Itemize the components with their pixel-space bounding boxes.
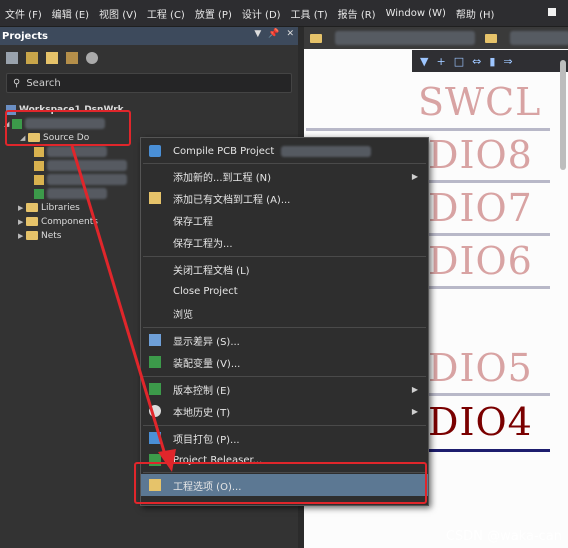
search-icon: ⚲	[13, 77, 21, 89]
panel-title: Projects	[2, 30, 49, 42]
folder-icon	[26, 217, 38, 226]
menu-separator	[143, 425, 426, 426]
menu-help[interactable]: 帮助 (H)	[451, 0, 500, 26]
submenu-arrow-icon: ▶	[411, 171, 418, 181]
tree-doc-4[interactable]	[34, 187, 107, 200]
window-restore-icon[interactable]	[548, 8, 556, 16]
net-label: DIO6	[428, 239, 533, 283]
menu-close-project[interactable]: Close Project	[141, 280, 428, 302]
menu-tools[interactable]: 工具 (T)	[286, 0, 333, 26]
move-icon[interactable]: ⇔	[472, 55, 481, 68]
document-icon	[34, 160, 44, 171]
tab-redacted[interactable]	[335, 31, 475, 45]
history-icon	[149, 405, 161, 417]
tree-nets[interactable]: ▶ Nets	[18, 229, 62, 242]
tree-item-label: Components	[41, 216, 98, 227]
net-label: DIO5	[428, 346, 533, 390]
folder-icon	[26, 203, 38, 212]
menu-separator	[143, 327, 426, 328]
compile-icon	[149, 145, 161, 157]
document-icon	[34, 146, 44, 157]
tree-libraries[interactable]: ▶ Libraries	[18, 201, 80, 214]
menu-explore[interactable]: 浏览	[141, 302, 428, 324]
folder-icon	[26, 231, 38, 240]
tree-item-label: Nets	[41, 230, 62, 241]
menu-add-new-to-project[interactable]: 添加新的...到工程 (N) ▶	[141, 165, 428, 187]
menu-view[interactable]: 视图 (V)	[94, 0, 142, 26]
menu-reports[interactable]: 报告 (R)	[333, 0, 381, 26]
tree-doc-2[interactable]	[34, 159, 127, 172]
folder-open-icon[interactable]	[46, 52, 58, 64]
document-icon	[34, 174, 44, 185]
menu-show-differences[interactable]: 显示差异 (S)...	[141, 329, 428, 351]
tree-item-label: Libraries	[41, 202, 80, 213]
submenu-arrow-icon: ▶	[411, 406, 418, 416]
workspace-icon[interactable]	[26, 52, 38, 64]
folder-settings-icon[interactable]	[66, 52, 78, 64]
annotation-box-project	[5, 110, 131, 146]
menu-file[interactable]: 文件 (F)	[0, 0, 47, 26]
menu-design[interactable]: 设计 (D)	[237, 0, 286, 26]
net-label: DIO4	[428, 400, 533, 444]
tab-icon	[310, 33, 322, 43]
menu-compile-pcb-project[interactable]: Compile PCB Project	[141, 140, 428, 162]
net-label: DIO8	[428, 133, 533, 177]
pin-icon[interactable]: 📌	[268, 29, 279, 39]
add-existing-icon	[149, 192, 161, 204]
save-icon[interactable]	[6, 52, 18, 64]
menu-save-project-as[interactable]: 保存工程为...	[141, 231, 428, 253]
menu-version-control[interactable]: 版本控制 (E) ▶	[141, 378, 428, 400]
menu-variants[interactable]: 装配变量 (V)...	[141, 351, 428, 373]
submenu-arrow-icon: ▶	[411, 384, 418, 394]
search-input[interactable]: Search	[26, 78, 60, 89]
tree-components[interactable]: ▶ Components	[18, 215, 98, 228]
tree-doc-3[interactable]	[34, 173, 127, 186]
panel-header: Projects ▼ 📌 ✕	[0, 27, 298, 45]
filter-icon[interactable]: ▼	[420, 55, 428, 68]
menu-bar: 文件 (F) 编辑 (E) 视图 (V) 工程 (C) 放置 (P) 设计 (D…	[0, 0, 568, 27]
menu-close-project-documents[interactable]: 关闭工程文档 (L)	[141, 258, 428, 280]
diff-icon	[149, 334, 161, 346]
menu-separator	[143, 163, 426, 164]
menu-add-existing-to-project[interactable]: 添加已有文档到工程 (A)...	[141, 187, 428, 209]
wire-icon[interactable]: ⇒	[503, 55, 512, 68]
vertical-scrollbar[interactable]	[560, 60, 566, 170]
menu-save-project[interactable]: 保存工程	[141, 209, 428, 231]
tree-doc-1[interactable]	[34, 145, 107, 158]
menu-project-packager[interactable]: 项目打包 (P)...	[141, 427, 428, 449]
version-control-icon	[149, 383, 161, 395]
menu-project[interactable]: 工程 (C)	[142, 0, 190, 26]
select-rect-icon[interactable]: □	[454, 55, 464, 68]
variant-icon	[149, 356, 161, 368]
search-box[interactable]: ⚲ Search	[6, 73, 292, 93]
tab-redacted[interactable]	[510, 31, 568, 45]
tab-icon	[485, 33, 497, 43]
menu-edit[interactable]: 编辑 (E)	[47, 0, 94, 26]
wire-line	[306, 128, 550, 131]
crosshair-icon[interactable]: +	[436, 55, 445, 68]
menu-separator	[143, 256, 426, 257]
menu-place[interactable]: 放置 (P)	[190, 0, 237, 26]
net-label: SWCL	[418, 80, 542, 124]
watermark: CSDN @waka-can	[445, 529, 562, 544]
menu-window[interactable]: Window (W)	[381, 0, 451, 26]
net-label: DIO7	[428, 186, 533, 230]
panel-toolbar	[0, 45, 298, 71]
menu-separator	[143, 376, 426, 377]
document-tabs	[304, 27, 568, 49]
package-icon	[149, 432, 161, 444]
close-icon[interactable]: ✕	[286, 29, 294, 39]
context-menu: Compile PCB Project 添加新的...到工程 (N) ▶ 添加已…	[140, 137, 429, 506]
gear-icon[interactable]	[86, 52, 98, 64]
annotation-box-options	[134, 462, 427, 504]
menu-local-history[interactable]: 本地历史 (T) ▶	[141, 400, 428, 422]
pcb-document-icon	[34, 188, 44, 199]
align-icon[interactable]: ▮	[489, 55, 495, 68]
panel-dropdown-icon[interactable]: ▼	[254, 29, 261, 39]
schematic-toolbar: ▼ + □ ⇔ ▮ ⇒	[412, 50, 568, 72]
